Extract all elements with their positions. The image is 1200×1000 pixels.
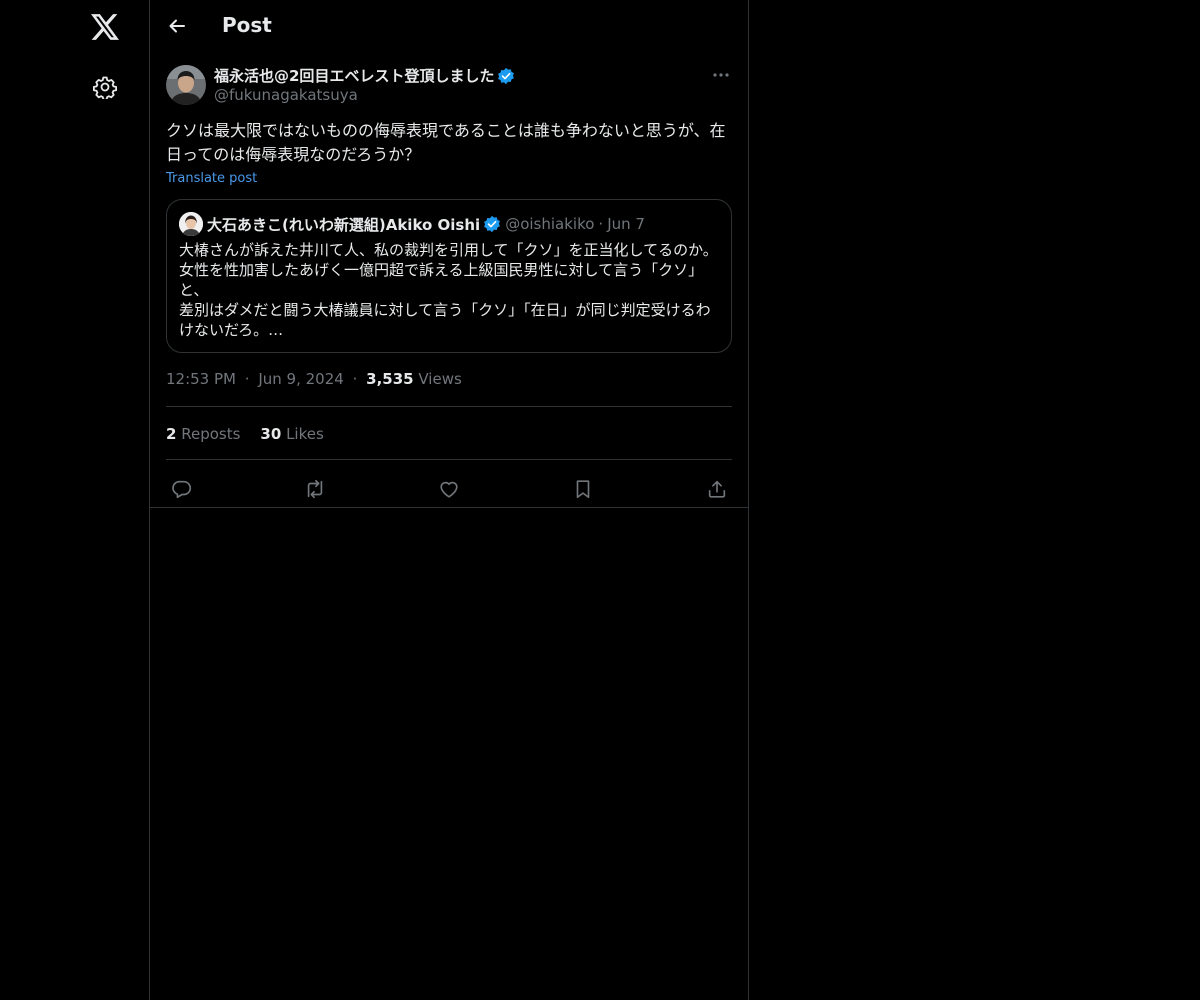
post-text: クソは最大限ではないものの侮辱表現であることは誰も争わないと思うが、在日ってのは… (166, 121, 726, 164)
post-meta: 12:53 PM · Jun 9, 2024 · 3,535 Views (166, 370, 462, 388)
views-label: Views (418, 370, 462, 388)
quoted-post-date: Jun 7 (607, 215, 645, 233)
reply-icon (172, 480, 192, 499)
author-avatar-image (166, 65, 206, 105)
likes-count: 30 (260, 425, 282, 443)
page-header: Post (150, 0, 748, 53)
quoted-avatar-image (179, 212, 203, 236)
reposts-count: 2 (166, 425, 177, 443)
quoted-avatar (179, 212, 203, 236)
author-name[interactable]: 福永活也@2回目エベレスト登頂しました (214, 65, 515, 86)
repost-icon (307, 479, 323, 499)
back-button[interactable] (160, 9, 194, 43)
separator-dot: · (352, 370, 358, 388)
repost-button[interactable] (299, 470, 331, 508)
separator-dot: · (244, 370, 250, 388)
verified-badge-icon (483, 215, 501, 233)
gear-icon (93, 76, 117, 99)
share-button[interactable] (701, 470, 733, 508)
more-dots-icon (713, 73, 729, 77)
post-column: Post 福永活也@2回目エベレスト登頂しました @fukunagakatsuy… (149, 0, 749, 1000)
share-icon (708, 480, 726, 498)
action-bar (166, 470, 732, 508)
avatar[interactable] (166, 65, 206, 105)
divider (150, 507, 748, 508)
author-handle[interactable]: @fukunagakatsuya (214, 86, 358, 104)
heart-icon (440, 481, 458, 498)
x-logo-icon (91, 14, 119, 40)
reposts-stat[interactable]: 2 Reposts (166, 425, 240, 443)
views-count: 3,535 (366, 370, 414, 388)
quoted-post[interactable]: 大石あきこ(れいわ新選組)Akiko Oishi @oishiakiko · J… (166, 199, 732, 353)
quoted-post-header: 大石あきこ(れいわ新選組)Akiko Oishi @oishiakiko · J… (179, 212, 645, 236)
divider (166, 459, 732, 460)
likes-stat[interactable]: 30 Likes (260, 425, 323, 443)
author-name-text: 福永活也@2回目エベレスト登頂しました (214, 67, 495, 85)
verified-badge-icon (497, 67, 515, 85)
post-date[interactable]: Jun 9, 2024 (258, 370, 343, 388)
x-logo-button[interactable] (81, 3, 129, 51)
bookmark-icon (576, 480, 590, 499)
quoted-author-handle: @oishiakiko (505, 215, 595, 233)
arrow-left-icon (169, 19, 185, 33)
post-stats: 2 Reposts 30 Likes (166, 425, 324, 443)
quoted-author-name: 大石あきこ(れいわ新選組)Akiko Oishi (207, 215, 481, 234)
divider (166, 406, 732, 407)
likes-label: Likes (286, 425, 324, 443)
reply-button[interactable] (166, 470, 198, 508)
post-time[interactable]: 12:53 PM (166, 370, 236, 388)
left-rail (0, 0, 150, 1000)
page-title: Post (222, 13, 272, 37)
separator-dot: · (598, 215, 604, 233)
quoted-post-text: 大椿さんが訴えた井川て人、私の裁判を引用して「クソ」を正当化してるのか。 女性を… (179, 241, 718, 339)
settings-button[interactable] (81, 63, 129, 111)
more-options-button[interactable] (710, 64, 732, 86)
reposts-label: Reposts (181, 425, 241, 443)
like-button[interactable] (433, 470, 465, 508)
translate-post-link[interactable]: Translate post (166, 171, 257, 186)
bookmark-button[interactable] (567, 470, 599, 508)
